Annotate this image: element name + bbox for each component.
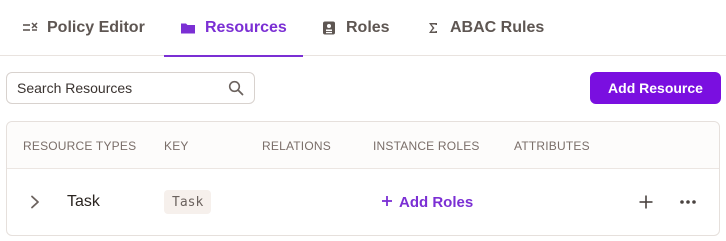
folder-icon xyxy=(180,20,196,36)
tab-abac-rules[interactable]: ABAC Rules xyxy=(425,0,544,56)
table-header: RESOURCE TYPES KEY RELATIONS INSTANCE RO… xyxy=(7,122,719,169)
table-row: Task Task Add Roles xyxy=(7,169,719,235)
add-roles-button[interactable]: Add Roles xyxy=(381,169,473,235)
column-header-relations: RELATIONS xyxy=(262,138,331,153)
search-input[interactable] xyxy=(17,73,228,103)
column-header-key: KEY xyxy=(164,138,189,153)
tab-label: Roles xyxy=(346,19,390,36)
tab-label: Resources xyxy=(205,19,287,36)
add-roles-label: Add Roles xyxy=(399,193,474,211)
more-options-icon[interactable] xyxy=(678,193,698,211)
resource-key-badge: Task xyxy=(164,190,212,214)
tab-policy-editor[interactable]: Policy Editor xyxy=(22,0,145,56)
search-icon[interactable] xyxy=(228,80,244,96)
search-resources-field[interactable] xyxy=(6,72,255,104)
chevron-right-icon[interactable] xyxy=(27,193,43,211)
policy-editor-icon xyxy=(22,20,38,36)
add-resource-button[interactable]: Add Resource xyxy=(590,72,721,104)
column-header-attributes: ATTRIBUTES xyxy=(514,138,590,153)
tab-label: ABAC Rules xyxy=(450,19,545,36)
tab-resources[interactable]: Resources xyxy=(164,0,303,57)
column-header-instance-roles: INSTANCE ROLES xyxy=(373,138,480,153)
tab-roles[interactable]: Roles xyxy=(321,0,390,56)
add-icon[interactable] xyxy=(637,193,655,211)
tab-label: Policy Editor xyxy=(47,19,145,36)
resources-table: RESOURCE TYPES KEY RELATIONS INSTANCE RO… xyxy=(6,121,720,236)
id-card-icon xyxy=(321,20,337,36)
plus-icon xyxy=(381,194,393,211)
tab-bar: Policy Editor Resources Roles ABAC Rules xyxy=(0,0,726,57)
resource-type-name: Task xyxy=(67,193,100,210)
column-header-resource-types: RESOURCE TYPES xyxy=(23,138,137,153)
sigma-icon xyxy=(425,20,441,36)
